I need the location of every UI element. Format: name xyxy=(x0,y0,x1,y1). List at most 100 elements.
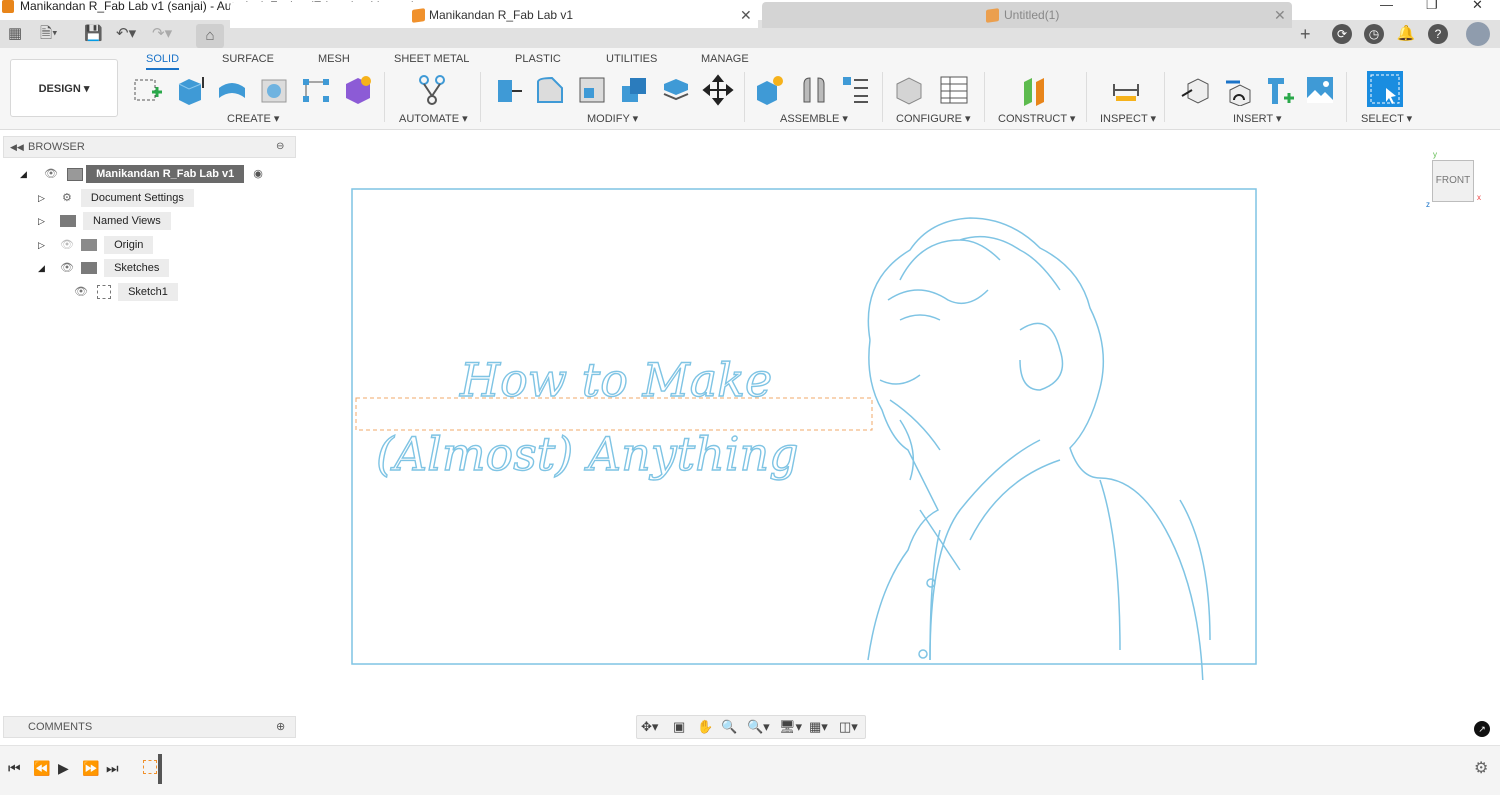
go-to-end-icon[interactable]: ⏭ xyxy=(106,760,119,777)
tab-surface[interactable]: SURFACE xyxy=(222,53,274,65)
shell-icon[interactable] xyxy=(576,74,608,106)
grid-snap-icon[interactable]: ▦▾ xyxy=(809,719,828,735)
pan-icon[interactable]: ✋ xyxy=(697,719,713,735)
automate-group-label[interactable]: AUTOMATE ▾ xyxy=(399,112,468,125)
assemble-group-label[interactable]: ASSEMBLE ▾ xyxy=(780,112,848,125)
visibility-eye-icon[interactable]: 👁 xyxy=(60,262,74,274)
viewports-icon[interactable]: ◫▾ xyxy=(839,719,858,735)
configure-group-label[interactable]: CONFIGURE ▾ xyxy=(896,112,971,125)
new-component-icon[interactable] xyxy=(754,74,786,106)
portrait-sketch[interactable] xyxy=(867,217,1211,680)
inspect-group-label[interactable]: INSPECT ▾ xyxy=(1100,112,1156,125)
timeline-marker[interactable] xyxy=(158,754,162,784)
undo-icon[interactable]: ↶▾ xyxy=(116,24,136,44)
comments-panel-header[interactable]: COMMENTS ⊕ xyxy=(3,716,296,738)
tab-sheet-metal[interactable]: SHEET METAL xyxy=(394,53,469,65)
configure-icon[interactable] xyxy=(894,74,926,106)
browser-item-document-settings[interactable]: ▷ ⚙ Document Settings xyxy=(38,189,194,207)
fit-icon[interactable]: 🔍▾ xyxy=(747,719,770,735)
browser-root-row[interactable]: ◢ 👁 Manikandan R_Fab Lab v1 ◉ xyxy=(20,165,263,183)
home-icon[interactable]: ⌂ xyxy=(196,24,224,48)
browser-options-icon[interactable]: ⊖ xyxy=(276,137,284,157)
press-pull-icon[interactable] xyxy=(492,74,524,106)
insert-mcmaster-icon[interactable] xyxy=(1222,74,1254,106)
design-canvas[interactable]: How to Make (Almost) Anything xyxy=(340,180,1270,680)
browser-item-sketch1[interactable]: 👁 Sketch1 xyxy=(74,283,178,301)
timeline-settings-gear-icon[interactable]: ⚙ xyxy=(1474,758,1488,778)
visibility-eye-icon[interactable]: 👁 xyxy=(74,286,88,298)
form-icon[interactable] xyxy=(342,74,374,106)
combine-icon[interactable] xyxy=(618,74,650,106)
add-comment-icon[interactable]: ⊕ xyxy=(276,717,285,737)
measure-icon[interactable] xyxy=(1110,74,1142,106)
select-group-label[interactable]: SELECT ▾ xyxy=(1361,112,1412,125)
browser-item-origin[interactable]: ▷ 👁 Origin xyxy=(38,236,154,254)
tab-solid[interactable]: SOLID xyxy=(146,53,180,70)
offset-face-icon[interactable] xyxy=(660,74,692,106)
tab-active-document[interactable]: Manikandan R_Fab Lab v1 ✕ xyxy=(230,2,758,28)
go-to-start-icon[interactable]: ⏮ xyxy=(8,760,21,777)
configuration-table-icon[interactable] xyxy=(938,74,970,106)
app-grid-icon[interactable]: ▦ xyxy=(8,24,22,44)
tab-plastic[interactable]: PLASTIC xyxy=(515,53,561,65)
insert-group-label[interactable]: INSERT ▾ xyxy=(1233,112,1282,125)
restore-icon[interactable]: ❐ xyxy=(1426,0,1438,11)
automate-icon[interactable] xyxy=(416,74,448,106)
orbit-icon[interactable]: ✥▾ xyxy=(641,719,658,735)
step-back-icon[interactable]: ⏪ xyxy=(33,760,50,777)
save-icon[interactable]: 💾 xyxy=(84,24,103,44)
activate-radio-icon[interactable]: ◉ xyxy=(253,168,263,180)
expand-arrow-icon[interactable]: ▷ xyxy=(38,240,45,250)
job-status-icon[interactable]: ⟳ xyxy=(1332,24,1352,44)
close-tab-icon[interactable]: ✕ xyxy=(740,2,752,28)
browser-item-named-views[interactable]: ▷ Named Views xyxy=(38,212,171,230)
bill-of-materials-icon[interactable] xyxy=(840,74,872,106)
close-tab-icon[interactable]: ✕ xyxy=(1274,2,1286,28)
offset-plane-icon[interactable] xyxy=(1018,74,1050,106)
avatar[interactable] xyxy=(1466,22,1490,46)
play-icon[interactable]: ▶ xyxy=(58,760,69,777)
data-panel-icon[interactable]: ◷ xyxy=(1364,24,1384,44)
browser-panel-header[interactable]: ◀◀ BROWSER ⊖ xyxy=(3,136,296,158)
construct-group-label[interactable]: CONSTRUCT ▾ xyxy=(998,112,1075,125)
collapse-panel-icon[interactable]: ◀◀ xyxy=(10,137,24,157)
zoom-icon[interactable]: 🔍 xyxy=(721,719,737,735)
tab-untitled[interactable]: Untitled(1) ✕ xyxy=(762,2,1292,28)
create-sketch-icon[interactable] xyxy=(132,74,164,106)
look-at-icon[interactable]: ▣ xyxy=(673,719,685,735)
expand-arrow-icon[interactable]: ▷ xyxy=(38,193,45,203)
tab-utilities[interactable]: UTILITIES xyxy=(606,53,657,65)
hole-icon[interactable] xyxy=(258,74,290,106)
notifications-icon[interactable]: 🔔 xyxy=(1396,24,1416,44)
tab-mesh[interactable]: MESH xyxy=(318,53,350,65)
step-forward-icon[interactable]: ⏩ xyxy=(82,760,99,777)
browser-item-sketches[interactable]: ◢ 👁 Sketches xyxy=(38,259,170,277)
sketch-text-line1[interactable]: How to Make xyxy=(458,352,773,407)
timeline-sketch-icon[interactable] xyxy=(143,760,157,774)
joint-icon[interactable] xyxy=(798,74,830,106)
feedback-icon[interactable]: ↗ xyxy=(1474,721,1490,737)
redo-icon[interactable]: ↷▾ xyxy=(152,24,172,44)
new-tab-icon[interactable]: + xyxy=(1300,24,1311,44)
collapse-arrow-icon[interactable]: ◢ xyxy=(20,169,27,179)
viewcube-front[interactable]: FRONT xyxy=(1432,160,1474,202)
select-icon[interactable] xyxy=(1366,70,1404,108)
move-icon[interactable] xyxy=(702,74,734,106)
extrude-icon[interactable] xyxy=(174,74,206,106)
hidden-eye-icon[interactable]: 👁 xyxy=(60,239,74,251)
modify-group-label[interactable]: MODIFY ▾ xyxy=(587,112,638,125)
canvas-image-icon[interactable] xyxy=(1304,74,1336,106)
rectangular-pattern-icon[interactable] xyxy=(300,74,332,106)
fillet-icon[interactable] xyxy=(534,74,566,106)
collapse-arrow-icon[interactable]: ◢ xyxy=(38,263,45,273)
sketch-text-line2[interactable]: (Almost) Anything xyxy=(375,426,799,481)
close-window-icon[interactable]: ✕ xyxy=(1472,0,1483,11)
help-icon[interactable]: ? xyxy=(1428,24,1448,44)
visibility-eye-icon[interactable]: 👁 xyxy=(44,168,58,180)
create-group-label[interactable]: CREATE ▾ xyxy=(227,112,279,125)
tab-manage[interactable]: MANAGE xyxy=(701,53,749,65)
revolve-icon[interactable] xyxy=(216,74,248,106)
design-workspace-button[interactable]: DESIGN ▾ xyxy=(10,59,118,117)
insert-derive-icon[interactable] xyxy=(1180,74,1212,106)
file-menu-icon[interactable]: 🗎▾ xyxy=(40,24,58,44)
